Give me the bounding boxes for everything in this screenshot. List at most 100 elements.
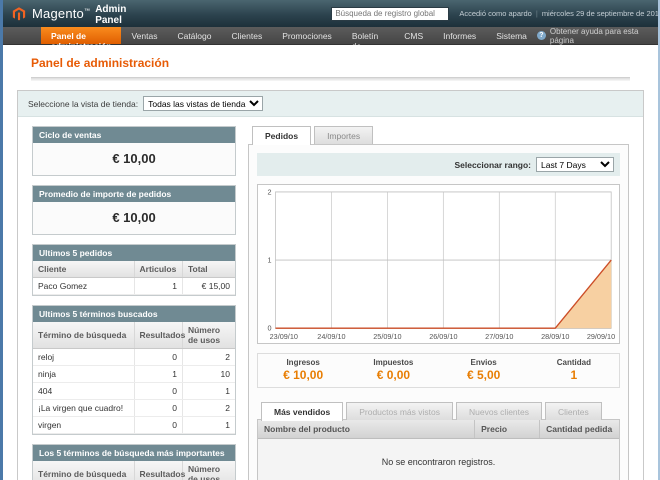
content: Panel de administración Seleccione la vi… [3,45,658,480]
svg-text:26/09/10: 26/09/10 [429,332,457,341]
column-header: Término de búsqueda [33,461,134,480]
table-cell: 1 [134,278,182,295]
stat-envios: Envios€ 5,00 [439,354,529,387]
table-row[interactable]: virgen01 [33,417,235,434]
nav-item-clientes[interactable]: Clientes [221,27,272,44]
table-cell: 404 [33,383,134,400]
stat-value: 1 [529,368,619,382]
card-title: Promedio de importe de pedidos [33,186,235,202]
global-search-input[interactable] [331,7,449,21]
table-cell: 1 [182,383,235,400]
stat-label: Ingresos [258,358,348,367]
main-nav: Panel de administraciónVentasCatálogoCli… [3,27,658,45]
brand-suffix: Admin Panel [95,4,126,26]
nav-item-cms[interactable]: CMS [394,27,433,44]
card-value: € 10,00 [33,143,235,175]
nav-item-sistema[interactable]: Sistema [486,27,537,44]
table-row[interactable]: ninja110 [33,366,235,383]
stat-cantidad: Cantidad1 [529,354,619,387]
empty-grid-message: No se encontraron registros. [258,439,619,480]
store-view-label: Seleccione la vista de tienda: [28,99,138,109]
nav-item-catalogo[interactable]: Catálogo [167,27,221,44]
nav-item-boletin-de-noticias[interactable]: Boletín de noticias [342,27,394,44]
area-chart: 01223/09/1024/09/1025/09/1026/09/1027/09… [257,184,620,344]
stat-value: € 10,00 [258,368,348,382]
tab-clientes[interactable]: Clientes [545,402,602,420]
nav-items: Panel de administraciónVentasCatálogoCli… [41,27,537,44]
table-cell: reloj [33,349,134,366]
help-link[interactable]: ? Obtener ayuda para esta página [537,27,658,44]
table-cell: 2 [182,400,235,417]
table-cell: 0 [134,400,182,417]
card-promedio-de-importe-de-pedidos: Promedio de importe de pedidos€ 10,00 [32,185,236,235]
svg-text:28/09/10: 28/09/10 [541,332,569,341]
title-divider [31,77,630,81]
sidebar-cards: Ciclo de ventas€ 10,00 Promedio de import… [32,126,236,480]
table-row[interactable]: reloj02 [33,349,235,366]
svg-text:2: 2 [268,187,272,196]
window: Magento™ Admin Panel Accedió como apardo… [0,0,660,480]
tab-mas-vendidos[interactable]: Más vendidos [261,402,343,421]
help-icon: ? [537,31,546,40]
store-view-bar: Seleccione la vista de tienda: Todas las… [18,91,643,117]
column-header: Resultados [134,461,182,480]
tab-productos-mas-vistos[interactable]: Productos más vistos [346,402,453,420]
card-los-5-terminos-de-busqueda-mas-importantes: Los 5 términos de búsqueda más important… [32,444,236,480]
stat-value: € 5,00 [439,368,529,382]
table-row[interactable]: Paco Gomez1€ 15,00 [33,278,235,295]
column-header: Número de usos [182,461,235,480]
svg-text:29/09/10: 29/09/10 [587,332,615,341]
brand-name: Magento™ [32,6,90,21]
nav-item-panel-de-administracion[interactable]: Panel de administración [41,27,121,44]
table-cell: 2 [182,349,235,366]
store-view-select[interactable]: Todas las vistas de tienda [143,96,263,111]
tab-importes[interactable]: Importes [314,126,373,144]
orders-panel: Pedidos Importes Seleccionar rango: Last… [248,126,629,480]
card-ultimos-5-pedidos: Ultimos 5 pedidosClienteArticulosTotalPa… [32,244,236,296]
column-header: Número de usos [182,322,235,349]
column-header: Articulos [134,261,182,278]
stat-impuestos: Impuestos€ 0,00 [348,354,438,387]
tab-nuevos-clientes[interactable]: Nuevos clientes [456,402,542,420]
report-tabs: Más vendidosProductos más vistosNuevos c… [257,402,620,420]
products-grid: Nombre del productoPrecioCantidad pedida… [257,419,620,480]
table-cell: virgen [33,417,134,434]
svg-text:27/09/10: 27/09/10 [485,332,513,341]
column-header: Cliente [33,261,134,278]
table-cell: ¡La virgen que cuadro! [33,400,134,417]
card-title: Ciclo de ventas [33,127,235,143]
dashboard-container: Seleccione la vista de tienda: Todas las… [17,90,644,480]
svg-text:23/09/10: 23/09/10 [270,332,298,341]
card-table: Término de búsquedaResultadosNúmero de u… [33,461,235,480]
tab-pedidos[interactable]: Pedidos [252,126,311,145]
card-title: Ultimos 5 pedidos [33,245,235,261]
current-date: miércoles 29 de septiembre de 2010 [542,9,660,18]
range-select[interactable]: Last 7 Days [536,157,614,172]
card-table: ClienteArticulosTotalPaco Gomez1€ 15,00 [33,261,235,295]
column-header: Total [182,261,235,278]
grid-column-header: Cantidad pedida [540,420,619,439]
svg-text:24/09/10: 24/09/10 [317,332,345,341]
column-header: Término de búsqueda [33,322,134,349]
card-ultimos-5-terminos-buscados: Ultimos 5 términos buscadosTérmino de bú… [32,305,236,435]
panel-tabs: Pedidos Importes [248,126,629,144]
nav-item-informes[interactable]: Informes [433,27,486,44]
card-title: Los 5 términos de búsqueda más important… [33,445,235,461]
table-row[interactable]: 40401 [33,383,235,400]
table-cell: 1 [134,366,182,383]
orders-chart: 01223/09/1024/09/1025/09/1026/09/1027/09… [257,184,620,344]
table-cell: ninja [33,366,134,383]
table-cell: 0 [134,349,182,366]
nav-item-ventas[interactable]: Ventas [121,27,167,44]
range-label: Seleccionar rango: [454,160,531,170]
card-table: Término de búsquedaResultadosNúmero de u… [33,322,235,434]
nav-item-promociones[interactable]: Promociones [272,27,342,44]
table-cell: 1 [182,417,235,434]
grid-column-header: Precio [475,420,540,439]
svg-text:1: 1 [268,255,272,264]
table-row[interactable]: ¡La virgen que cuadro!02 [33,400,235,417]
stat-label: Impuestos [348,358,438,367]
table-cell: 10 [182,366,235,383]
grid-column-header: Nombre del producto [258,420,475,439]
stat-value: € 0,00 [348,368,438,382]
